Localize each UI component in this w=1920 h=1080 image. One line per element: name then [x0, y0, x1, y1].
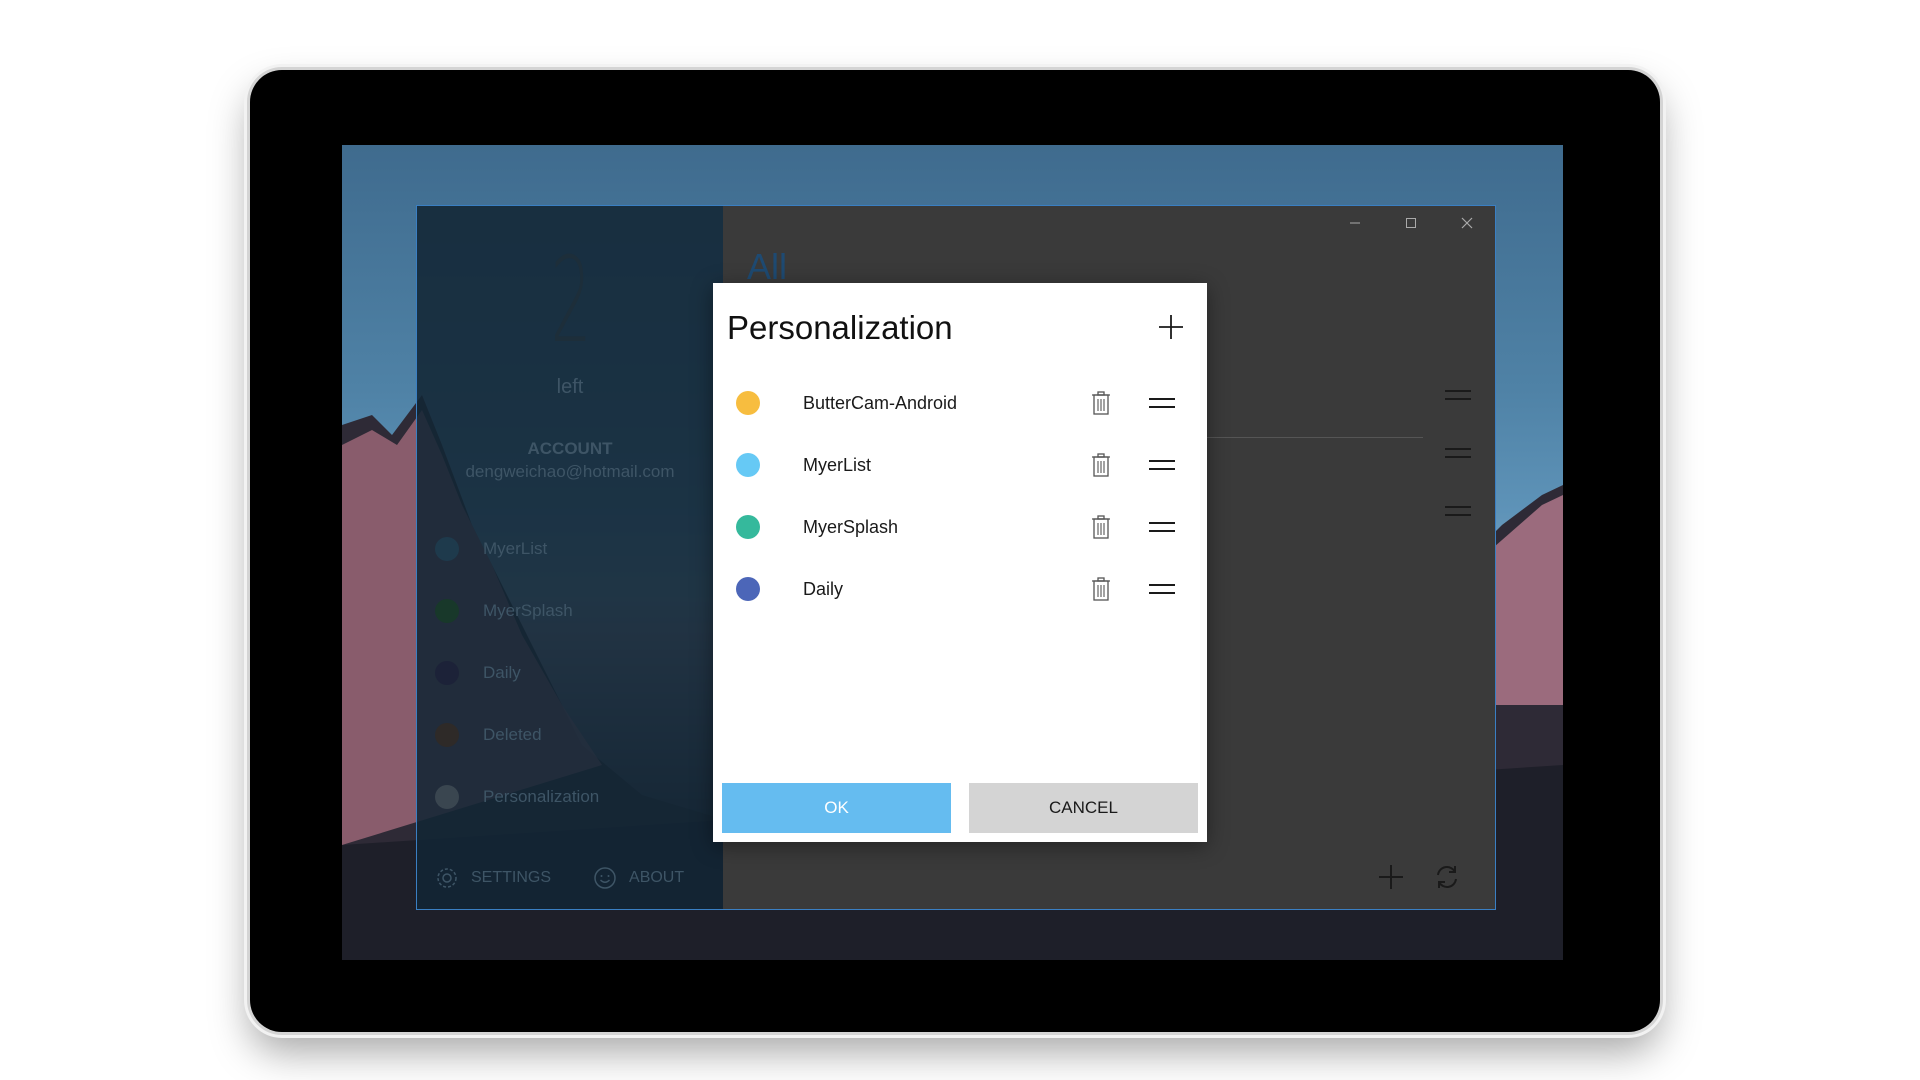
plus-icon	[1379, 865, 1403, 889]
list-item: MyerSplash	[713, 496, 1207, 558]
sync-button[interactable]	[1419, 857, 1475, 897]
reorder-handle[interactable]	[1142, 510, 1182, 544]
trash-icon	[1092, 515, 1110, 539]
category-name: MyerSplash	[803, 516, 899, 537]
page-title: All	[747, 246, 788, 287]
settings-label: SETTINGS	[471, 869, 552, 886]
remaining-count: 2	[550, 231, 591, 369]
close-icon	[1461, 217, 1473, 229]
about-label: ABOUT	[629, 869, 685, 886]
drag-handle-icon	[1445, 390, 1471, 400]
delete-category-button[interactable]	[1086, 448, 1116, 482]
add-todo-button[interactable]	[1363, 857, 1419, 897]
account-email: dengweichao@hotmail.com	[465, 462, 675, 481]
trash-icon	[1092, 577, 1110, 601]
drag-handle-icon	[1445, 448, 1471, 458]
drag-handle[interactable]	[1445, 482, 1471, 540]
category-color-dot	[435, 599, 459, 623]
category-color-dot[interactable]	[736, 515, 760, 539]
sidebar-item-label: Personalization	[483, 787, 600, 806]
drag-handle-icon	[1149, 584, 1175, 594]
ok-button[interactable]: OK	[722, 783, 951, 833]
sidebar-item-personalization[interactable]: Personalization	[435, 766, 715, 828]
delete-category-button[interactable]	[1086, 572, 1116, 606]
list-item: Daily	[713, 558, 1207, 620]
category-color-dot[interactable]	[736, 391, 760, 415]
about-button[interactable]: ABOUT	[593, 866, 684, 890]
category-name: MyerList	[803, 454, 872, 475]
plus-icon	[1159, 315, 1183, 339]
settings-button[interactable]: SETTINGS	[435, 866, 551, 890]
delete-category-button[interactable]	[1086, 386, 1116, 420]
sidebar: 2 left ACCOUNT dengweichao@hotmail.com M…	[417, 206, 723, 909]
drag-handle-icon	[1149, 522, 1175, 532]
category-color-dot	[435, 661, 459, 685]
add-category-button[interactable]	[1153, 309, 1189, 345]
dialog-title: Personalization	[727, 309, 953, 346]
category-color-dot	[435, 785, 459, 809]
minimize-button[interactable]	[1327, 206, 1383, 240]
list-item: ButterCam-Android	[713, 372, 1207, 434]
trash-icon	[1092, 391, 1110, 415]
gear-icon	[437, 868, 457, 888]
drag-handle[interactable]	[1445, 366, 1471, 424]
trash-icon	[1092, 453, 1110, 477]
sidebar-item-deleted[interactable]: Deleted	[435, 704, 715, 766]
maximize-button[interactable]	[1383, 206, 1439, 240]
minimize-icon	[1350, 222, 1360, 224]
smiley-icon	[594, 867, 616, 889]
sidebar-item-myerlist[interactable]: MyerList	[435, 518, 715, 580]
refresh-icon	[1437, 866, 1457, 888]
sidebar-item-label: Deleted	[483, 725, 542, 744]
category-list: ButterCam-Android MyerList MyerSplash Da…	[713, 372, 1207, 620]
reorder-handle[interactable]	[1142, 386, 1182, 420]
sidebar-item-label: MyerList	[483, 539, 548, 558]
close-button[interactable]	[1439, 206, 1495, 240]
drag-handle[interactable]	[1445, 424, 1471, 482]
cancel-button[interactable]: CANCEL	[969, 783, 1198, 833]
drag-handle-icon	[1149, 398, 1175, 408]
category-name: ButterCam-Android	[803, 392, 958, 413]
category-list: MyerList MyerSplash Daily Deleted Person…	[435, 518, 715, 828]
sidebar-item-myersplash[interactable]: MyerSplash	[435, 580, 715, 642]
drag-handle-icon	[1149, 460, 1175, 470]
sidebar-item-label: MyerSplash	[483, 601, 573, 620]
dialog-actions: OK CANCEL	[722, 783, 1198, 833]
sidebar-footer: SETTINGS ABOUT	[435, 866, 726, 890]
reorder-handle[interactable]	[1142, 572, 1182, 606]
divider	[1203, 437, 1423, 438]
category-color-dot	[435, 723, 459, 747]
maximize-icon	[1406, 218, 1416, 228]
todo-drag-handles	[1445, 366, 1471, 540]
account-title: ACCOUNT	[527, 439, 613, 458]
category-name: Daily	[803, 578, 844, 599]
window-controls	[1327, 206, 1495, 240]
delete-category-button[interactable]	[1086, 510, 1116, 544]
reorder-handle[interactable]	[1142, 448, 1182, 482]
drag-handle-icon	[1445, 506, 1471, 516]
list-item: MyerList	[713, 434, 1207, 496]
main-footer	[1363, 857, 1475, 897]
category-color-dot[interactable]	[736, 453, 760, 477]
remaining-label: left	[556, 376, 584, 398]
category-color-dot[interactable]	[736, 577, 760, 601]
sidebar-item-label: Daily	[483, 663, 521, 682]
personalization-dialog: Personalization ButterCam-Android MyerLi…	[713, 283, 1207, 842]
category-color-dot	[435, 537, 459, 561]
sidebar-item-daily[interactable]: Daily	[435, 642, 715, 704]
